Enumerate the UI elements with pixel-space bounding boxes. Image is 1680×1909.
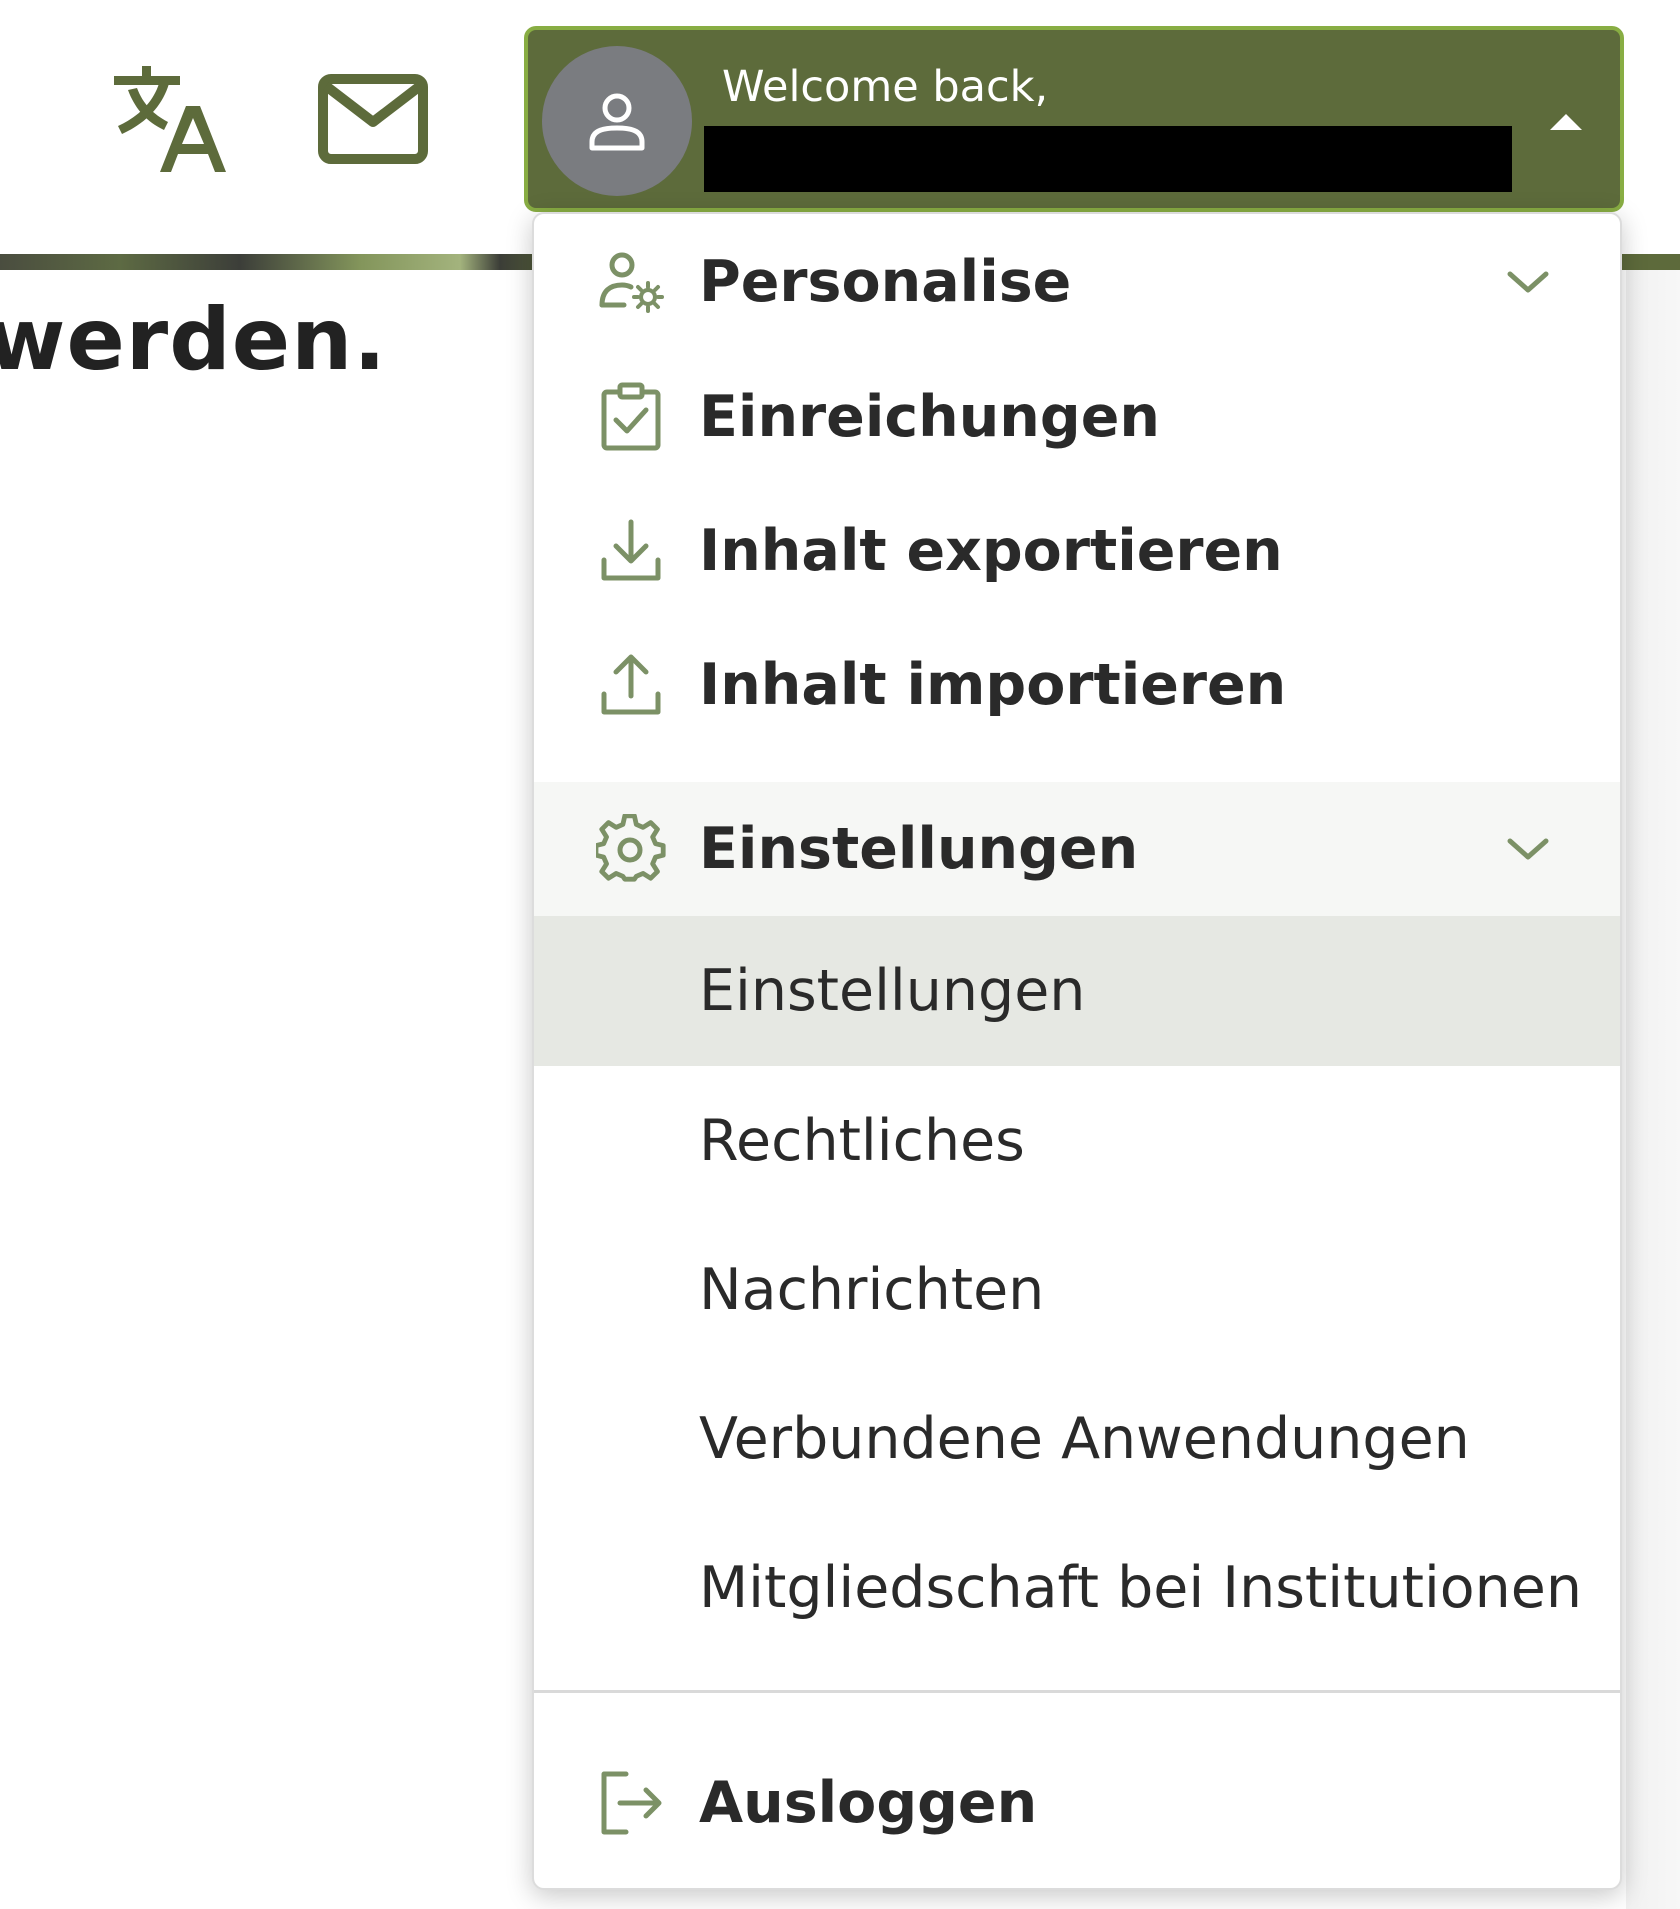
submenu-item-label: Verbundene Anwendungen: [699, 1406, 1470, 1472]
page-heading-fragment: werden.: [0, 290, 387, 390]
menu-item-label: Inhalt importieren: [699, 652, 1287, 718]
submenu-item-einstellungen[interactable]: Einstellungen: [534, 916, 1620, 1066]
submenu-item-label: Nachrichten: [699, 1257, 1045, 1323]
menu-item-einreichungen[interactable]: Einreichungen: [534, 350, 1620, 484]
user-name-redacted: [704, 126, 1512, 192]
menu-item-inhalt-exportieren[interactable]: Inhalt exportieren: [534, 484, 1620, 618]
logout-icon: [596, 1768, 666, 1838]
scroll-gutter: [1626, 270, 1680, 1909]
clipboard-check-icon: [596, 382, 666, 452]
user-menu-button[interactable]: Welcome back,: [524, 26, 1624, 212]
chevron-down-icon: [1507, 838, 1549, 860]
menu-item-ausloggen[interactable]: Ausloggen: [534, 1736, 1620, 1870]
menu-divider: [534, 1690, 1620, 1693]
chevron-down-icon: [1507, 271, 1549, 293]
menu-item-label: Personalise: [699, 249, 1072, 315]
menu-item-label: Ausloggen: [699, 1770, 1038, 1836]
menu-item-personalise[interactable]: Personalise: [534, 214, 1620, 350]
menu-item-label: Inhalt exportieren: [699, 518, 1283, 584]
submenu-item-verbundene-anwendungen[interactable]: Verbundene Anwendungen: [534, 1364, 1620, 1514]
submenu-item-label: Einstellungen: [699, 958, 1086, 1024]
submenu-item-mitgliedschaft[interactable]: Mitgliedschaft bei Institutionen: [534, 1514, 1620, 1662]
caret-up-icon: [1550, 114, 1582, 130]
upload-icon: [596, 650, 666, 720]
submenu-item-rechtliches[interactable]: Rechtliches: [534, 1066, 1620, 1216]
menu-item-einstellungen-group[interactable]: Einstellungen: [534, 782, 1620, 916]
menu-item-label: Einreichungen: [699, 384, 1160, 450]
download-icon: [596, 516, 666, 586]
avatar: [542, 46, 692, 196]
submenu-item-label: Mitgliedschaft bei Institutionen: [699, 1555, 1582, 1621]
mail-icon[interactable]: [318, 74, 428, 164]
submenu-item-nachrichten[interactable]: Nachrichten: [534, 1216, 1620, 1364]
user-gear-icon: [596, 247, 666, 317]
translate-icon[interactable]: [108, 66, 226, 174]
menu-item-inhalt-importieren[interactable]: Inhalt importieren: [534, 618, 1620, 752]
welcome-text: Welcome back,: [722, 62, 1049, 112]
submenu-item-label: Rechtliches: [699, 1108, 1025, 1174]
page: werden. Welcome back, Personalise Einrei…: [0, 0, 1680, 1909]
menu-item-label: Einstellungen: [699, 816, 1139, 882]
gear-icon: [596, 814, 666, 884]
user-icon: [589, 93, 645, 151]
user-dropdown-menu: Personalise Einreichungen Inhalt exporti…: [532, 212, 1622, 1890]
